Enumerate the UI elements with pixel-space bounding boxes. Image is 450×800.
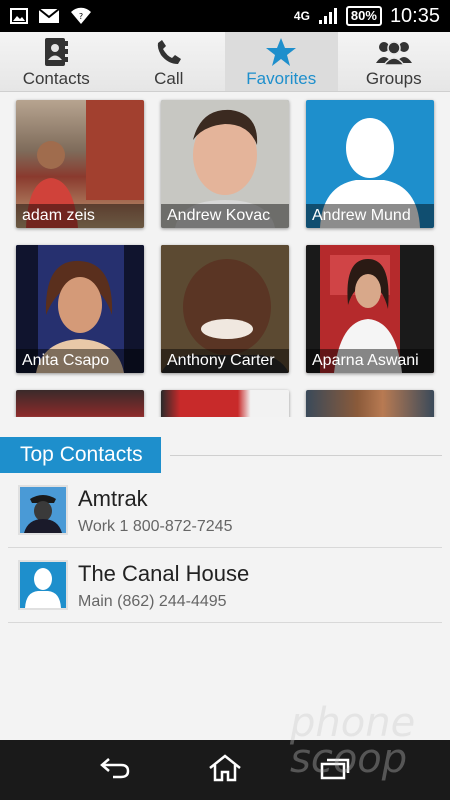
wifi-icon: ? — [70, 7, 92, 25]
contact-phone: Work 1 800-872-7245 — [78, 518, 233, 535]
tab-groups-label: Groups — [365, 69, 422, 88]
tab-call[interactable]: Call — [113, 32, 226, 91]
top-contact-row[interactable]: Amtrak Work 1 800-872-7245 — [8, 473, 442, 548]
home-icon — [208, 753, 242, 787]
favorite-card[interactable]: Andrew Kovac — [161, 100, 289, 228]
favorite-name: Andrew Mund — [306, 204, 434, 228]
favorite-name: Anita Csapo — [16, 349, 144, 373]
favorite-card[interactable]: Aparna Aswani — [306, 245, 434, 373]
favorite-card[interactable]: Anita Csapo — [16, 245, 144, 373]
favorite-card[interactable]: Anthony Carter — [161, 245, 289, 373]
svg-text:?: ? — [79, 12, 83, 21]
contact-photo — [161, 390, 289, 417]
battery-indicator: 80% — [345, 6, 382, 26]
contact-phone: Main (862) 244-4495 — [78, 593, 227, 610]
tab-groups[interactable]: Groups — [338, 32, 450, 91]
tab-bar: Contacts Call Favorites Groups — [0, 32, 450, 92]
tab-call-label: Call — [154, 69, 184, 88]
back-icon — [99, 757, 131, 784]
tab-favorites-label: Favorites — [246, 69, 317, 88]
favorite-card[interactable] — [16, 390, 144, 417]
top-contact-row[interactable]: The Canal House Main (862) 244-4495 — [8, 548, 442, 623]
favorite-name: Anthony Carter — [161, 349, 289, 373]
home-button[interactable] — [195, 745, 255, 795]
image-icon — [10, 8, 28, 24]
recents-button[interactable] — [305, 745, 365, 795]
favorite-name: adam zeis — [16, 204, 144, 228]
tab-contacts-label: Contacts — [22, 69, 90, 88]
recents-icon — [320, 756, 350, 785]
group-icon — [375, 35, 413, 69]
contacts-book-icon — [43, 35, 69, 69]
clock: 10:35 — [389, 4, 440, 27]
default-avatar-icon — [18, 560, 68, 610]
network-type-label: 4G — [293, 9, 310, 23]
favorite-card[interactable] — [161, 390, 289, 417]
contact-avatar — [18, 485, 68, 535]
contact-name: The Canal House — [78, 561, 250, 586]
back-button[interactable] — [85, 745, 145, 795]
favorite-name: Aparna Aswani — [306, 349, 434, 373]
navigation-bar — [0, 740, 450, 800]
favorite-card[interactable]: adam zeis — [16, 100, 144, 228]
tab-favorites[interactable]: Favorites — [225, 32, 338, 91]
favorite-card[interactable] — [306, 390, 434, 417]
top-contacts-header: Top Contacts — [0, 437, 161, 473]
contact-photo — [16, 390, 144, 417]
contact-name: Amtrak — [78, 486, 148, 511]
phone-icon — [154, 35, 184, 69]
favorite-card[interactable]: Andrew Mund — [306, 100, 434, 228]
status-bar: ? 4G 80% 10:35 — [0, 0, 450, 32]
tab-contacts[interactable]: Contacts — [0, 32, 113, 91]
gmail-icon — [38, 8, 60, 24]
signal-icon — [318, 7, 338, 25]
star-icon — [265, 35, 297, 69]
section-divider — [170, 455, 442, 456]
favorites-grid: adam zeis Andrew Kovac Andrew Mund Anita… — [0, 92, 450, 417]
contact-photo — [306, 390, 434, 417]
favorite-name: Andrew Kovac — [161, 204, 289, 228]
